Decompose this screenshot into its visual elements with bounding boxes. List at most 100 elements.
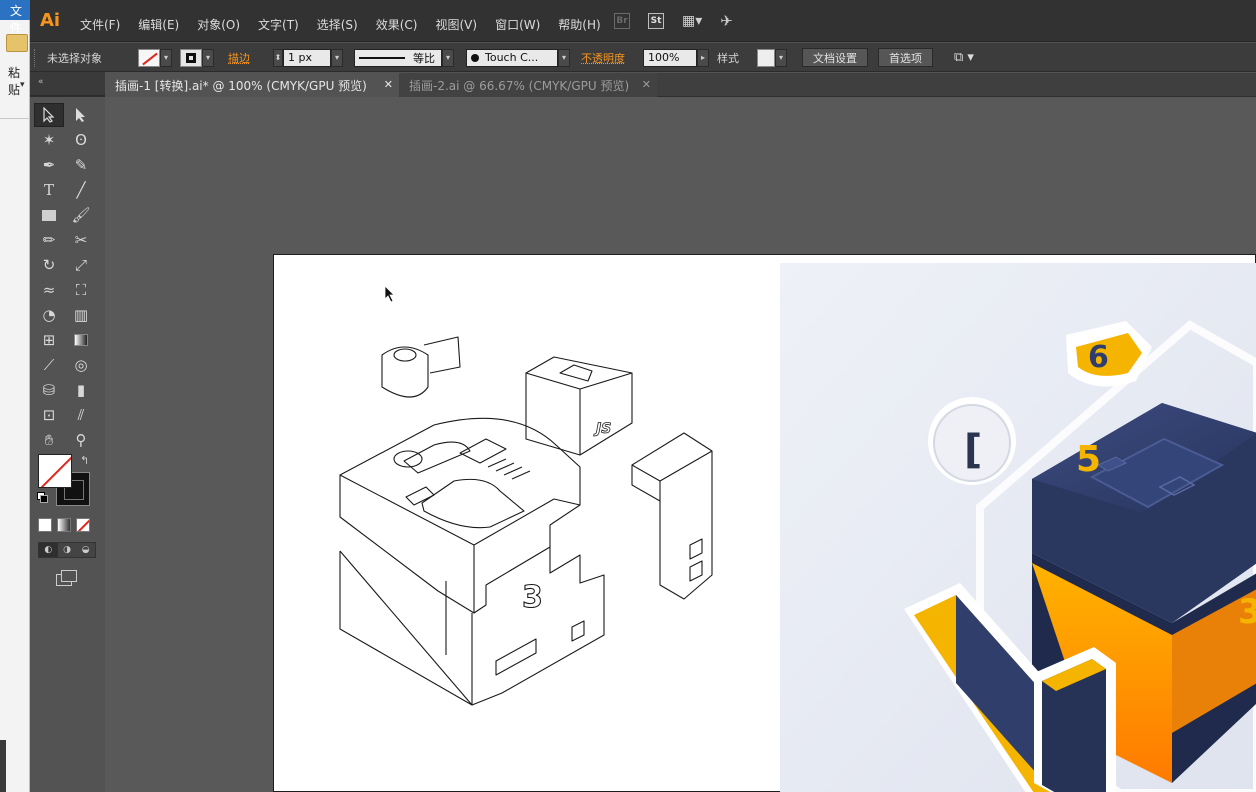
controlbar-grip[interactable] (34, 49, 38, 67)
menu-item-8[interactable]: 帮助(H) (558, 16, 600, 33)
pen-tool-icon[interactable]: ✒ (34, 153, 64, 177)
menu-item-1[interactable]: 编辑(E) (138, 16, 179, 33)
blend-tool-icon[interactable]: ◎ (66, 353, 96, 377)
mesh-tool-icon[interactable]: ⊞ (34, 328, 64, 352)
lasso-tool-icon[interactable]: ʘ (66, 128, 96, 152)
background-window: 文件 粘贴 ▾ (0, 0, 30, 792)
canvas-area[interactable]: JS 3 [6 5 3 (105, 97, 1256, 792)
collapse-icon[interactable]: « (38, 77, 44, 87)
chevron-down-icon[interactable]: ▾ (558, 48, 570, 67)
none-mode-icon[interactable] (76, 518, 90, 532)
stroke-label[interactable]: 描边 (228, 48, 250, 67)
chevron-down-icon[interactable]: ▾ (331, 48, 343, 67)
column-graph-tool-icon[interactable]: ▮ (66, 378, 96, 402)
scale-tool-icon[interactable]: ⤢ (66, 253, 96, 277)
bridge-icon[interactable]: Br (614, 13, 630, 29)
doc-setup-control[interactable]: 文档设置 (802, 48, 868, 67)
draw-inside-icon[interactable]: ◒ (76, 543, 95, 557)
paintbrush-tool-icon[interactable]: 🖌︎ (66, 203, 96, 227)
chevron-down-icon[interactable]: ▾ (202, 48, 214, 67)
document-setup-button[interactable]: 文档设置 (802, 48, 868, 67)
preferences-button[interactable]: 首选项 (878, 48, 933, 67)
stroke-color-control[interactable]: ▾ (180, 48, 214, 67)
tab-document-1[interactable]: 插画-1 [转换].ai* @ 100% (CMYK/GPU 预览) ✕ (105, 73, 399, 97)
profile-field[interactable]: 等比 (354, 48, 442, 67)
chevron-down-icon[interactable]: ▾ (20, 80, 25, 90)
scissors-tool-icon[interactable]: ✂ (66, 228, 96, 252)
artboard-tool-icon[interactable]: ⊡ (34, 403, 64, 427)
close-icon[interactable]: ✕ (384, 78, 393, 91)
draw-normal-icon[interactable]: ◐ (39, 543, 58, 557)
zoom-tool-icon[interactable]: ⚲ (66, 428, 96, 452)
hand-tool-icon[interactable]: ✋︎ (34, 428, 64, 452)
pencil-tool-icon[interactable]: ✏ (34, 228, 64, 252)
gradient-tool-icon[interactable] (66, 328, 96, 352)
fill-color-swatch[interactable] (38, 454, 72, 488)
rectangle-tool-icon[interactable] (34, 203, 64, 227)
menu-item-6[interactable]: 视图(V) (435, 16, 477, 33)
tools-panel-header[interactable]: « (30, 72, 105, 96)
stroke-swatch-icon[interactable] (180, 48, 202, 67)
rotate-tool-icon[interactable]: ↻ (34, 253, 64, 277)
chevron-down-icon[interactable]: ▾ (442, 48, 454, 67)
stroke-weight-stepper[interactable]: ⬍ 1 px ▾ (273, 48, 343, 67)
stepper-icon[interactable]: ⬍ (273, 48, 283, 67)
preferences-control[interactable]: 首选项 (878, 48, 933, 67)
symbol-sprayer-tool-icon[interactable]: ⛁ (34, 378, 64, 402)
background-window-tab[interactable]: 文件 (0, 0, 30, 35)
gradient-mode-icon[interactable] (57, 518, 71, 532)
chevron-down-icon[interactable]: ▾ (775, 48, 787, 67)
width-tool-icon[interactable]: ≈ (34, 278, 64, 302)
menu-item-4[interactable]: 选择(S) (317, 16, 358, 33)
stroke-weight-field[interactable]: 1 px (283, 48, 331, 67)
perspective-grid-tool-icon[interactable]: ▥ (66, 303, 96, 327)
draw-behind-icon[interactable]: ◑ (58, 543, 77, 557)
sync-icon[interactable]: ✈ (720, 12, 733, 30)
line-art-illustration[interactable]: JS 3 (274, 255, 774, 792)
stock-icon[interactable]: St (648, 13, 664, 29)
swap-fill-stroke-icon[interactable]: ↰ (80, 454, 89, 467)
curvature-tool-icon[interactable]: ✎ (66, 153, 96, 177)
fill-swatch-icon[interactable] (138, 48, 160, 67)
eyedropper-tool-icon[interactable]: ⟋ (34, 353, 64, 377)
menu-item-2[interactable]: 对象(O) (197, 16, 240, 33)
opacity-control[interactable]: 100% ▸ (643, 48, 709, 67)
type-tool-icon[interactable]: T (34, 178, 64, 202)
default-colors-icon[interactable] (37, 492, 48, 503)
three-glyph: 3 (522, 580, 543, 615)
window-edge (0, 740, 6, 792)
opacity-field[interactable]: 100% (643, 48, 697, 67)
free-transform-tool-icon[interactable]: ⛶ (66, 278, 96, 302)
selection-tool-icon[interactable] (34, 103, 64, 127)
magic-wand-tool-icon[interactable]: ✶ (34, 128, 64, 152)
line-segment-tool-icon[interactable]: ╱ (66, 178, 96, 202)
opacity-label[interactable]: 不透明度 (581, 48, 625, 67)
menu-item-0[interactable]: 文件(F) (80, 16, 120, 33)
shape-builder-tool-icon[interactable]: ◔ (34, 303, 64, 327)
slice-tool-icon[interactable]: ⫽ (66, 403, 96, 427)
color-mode-icon[interactable] (38, 518, 52, 532)
bracket-glyph: [ (964, 427, 982, 473)
workspace-icon[interactable]: ▦▾ (682, 13, 702, 29)
screen-mode-icon[interactable] (56, 570, 77, 586)
chevron-right-icon[interactable]: ▸ (697, 48, 709, 67)
style-swatch-icon[interactable] (757, 48, 775, 67)
menu-item-3[interactable]: 文字(T) (258, 16, 299, 33)
menu-item-7[interactable]: 窗口(W) (495, 16, 540, 33)
brush-field[interactable]: Touch C... (466, 48, 558, 67)
menu-item-5[interactable]: 效果(C) (376, 16, 418, 33)
fill-control[interactable]: ▾ (138, 48, 172, 67)
graphic-style-control[interactable]: ▾ (757, 48, 787, 67)
close-icon[interactable]: ✕ (642, 78, 651, 91)
direct-selection-tool-icon[interactable] (66, 103, 96, 127)
stroke-line-icon (359, 56, 405, 59)
variable-width-profile[interactable]: 等比 ▾ (354, 48, 454, 67)
arrange-documents-icon[interactable]: ⧉ ▾ (954, 48, 974, 67)
tab-document-2[interactable]: 插画-2.ai @ 66.67% (CMYK/GPU 预览) ✕ (399, 73, 657, 97)
brush-definition[interactable]: Touch C... ▾ (466, 48, 570, 67)
artboard[interactable]: JS 3 [6 5 3 (273, 254, 1256, 792)
color-reference-image[interactable]: [ 6 5 3 (780, 263, 1256, 792)
color-controls: ↰ ◐ ◑ ◒ (34, 454, 98, 586)
paste-label[interactable]: 粘贴 (8, 64, 29, 98)
chevron-down-icon[interactable]: ▾ (160, 48, 172, 67)
